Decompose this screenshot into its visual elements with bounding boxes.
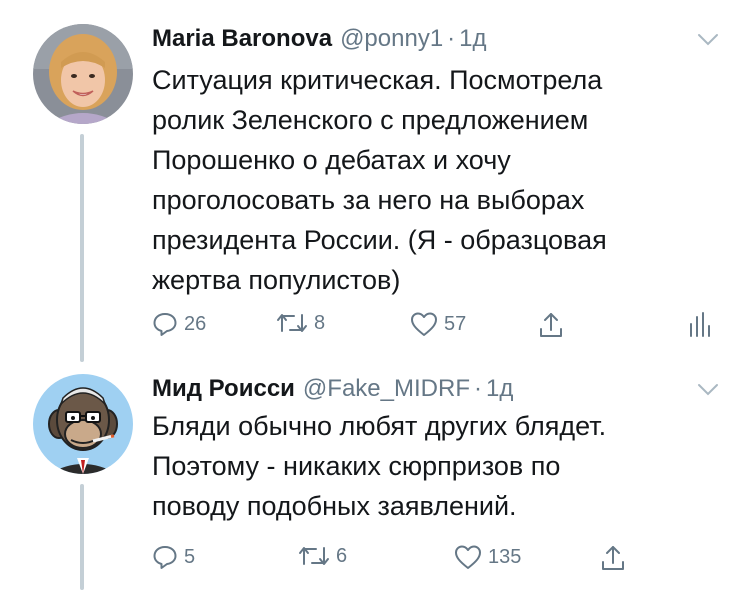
separator-dot: · [473, 375, 482, 402]
avatar[interactable] [33, 374, 133, 474]
retweet-count: 8 [314, 311, 326, 334]
heart-icon [455, 545, 481, 569]
reply-count: 5 [184, 545, 196, 568]
tweet-maria-baronova[interactable]: Maria Baronova @ponny1 · 1д Ситуация кри… [0, 0, 749, 362]
retweet-button[interactable]: 6 [298, 544, 347, 568]
author-name[interactable]: Мид Роисси [152, 375, 295, 403]
tweet-text-line: жертва популистов) [152, 265, 401, 295]
reply-icon [153, 546, 177, 569]
heart-icon [411, 312, 437, 336]
tweet-text-line: поводу подобных заявлений. [152, 491, 517, 521]
like-button[interactable]: 135 [454, 544, 521, 570]
tweet-text-line: ролик Зеленского с предложением [152, 105, 589, 135]
separator-dot: · [447, 25, 456, 52]
reply-count: 26 [184, 312, 207, 335]
author-handle[interactable]: @ponny1 [340, 25, 443, 53]
author-name[interactable]: Maria Baronova [152, 25, 332, 53]
like-count: 135 [488, 545, 522, 568]
tweet-text: Бляди обычно любят других блядет. Поэтом… [152, 406, 722, 526]
reply-button[interactable]: 5 [152, 544, 195, 570]
share-button[interactable] [600, 544, 626, 572]
retweet-icon [299, 547, 329, 565]
tweet-timestamp[interactable]: 1д [486, 375, 513, 403]
share-icon [540, 313, 562, 337]
reply-button[interactable]: 26 [152, 311, 206, 337]
analytics-icon [690, 312, 710, 337]
tweet-actions: 5 6 135 [152, 544, 652, 574]
tweet-text: Ситуация критическая. Посмотрела ролик З… [152, 60, 722, 300]
avatar[interactable] [33, 24, 133, 124]
chevron-down-icon[interactable] [697, 383, 719, 397]
tweet-timestamp[interactable]: 1д [459, 25, 486, 53]
tweet-text-line: Поэтому - никаких сюрпризов по [152, 451, 561, 481]
thread-line [80, 134, 84, 362]
tweet-text-line: Бляди обычно любят других блядет. [152, 411, 607, 441]
tweet-text-line: Порошенко о дебатах и хочу [152, 145, 511, 175]
author-handle[interactable]: @Fake_MIDRF [303, 375, 470, 403]
like-count: 57 [444, 312, 467, 335]
tweet-actions: 26 8 57 [152, 311, 722, 341]
chevron-down-icon[interactable] [697, 33, 719, 47]
tweet-header: Мид Роисси @Fake_MIDRF · 1д [152, 375, 513, 403]
analytics-button[interactable] [688, 311, 710, 337]
share-button[interactable] [538, 311, 564, 339]
tweet-text-line: Ситуация критическая. Посмотрела [152, 65, 603, 95]
reply-icon [153, 313, 177, 336]
retweet-count: 6 [336, 544, 348, 567]
tweet-header: Maria Baronova @ponny1 · 1д [152, 25, 487, 53]
retweet-icon [277, 314, 307, 332]
like-button[interactable]: 57 [410, 311, 466, 337]
thread-line [80, 484, 84, 590]
tweet-mid-roissi[interactable]: Мид Роисси @Fake_MIDRF · 1д Бляди обычно… [0, 360, 749, 590]
share-icon [602, 546, 624, 570]
tweet-text-line: проголосовать за него на выборах [152, 185, 585, 215]
retweet-button[interactable]: 8 [276, 311, 325, 335]
tweet-text-line: президента России. (Я - образцовая [152, 225, 607, 255]
